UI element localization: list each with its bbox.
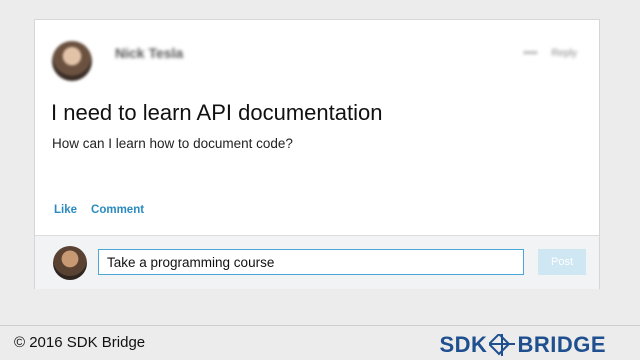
logo-text-left: SDK [439,332,488,357]
comment-link[interactable]: Comment [91,204,144,216]
sdk-bridge-logo: SDK BRIDGE [439,332,606,358]
post-title: I need to learn API documentation [51,100,383,125]
author-name[interactable]: Nick Tesla [115,45,183,61]
reply-bar: Post [35,235,599,289]
footer-divider [0,325,640,326]
post-card: Nick Tesla •••• Reply I need to learn AP… [34,19,600,289]
logo-text-right: BRIDGE [517,332,606,357]
post-meta-time: •••• [523,48,538,59]
reply-avatar [53,246,87,280]
post-actions: Like Comment [54,204,144,216]
reply-input[interactable] [98,249,524,275]
bridge-logo-icon [489,334,516,356]
copyright-text: © 2016 SDK Bridge [14,334,146,351]
post-meta: •••• Reply [523,48,577,59]
post-body: How can I learn how to document code? [52,136,293,151]
like-link[interactable]: Like [54,204,77,216]
avatar[interactable] [52,41,92,81]
post-button[interactable]: Post [538,249,586,275]
post-meta-reply[interactable]: Reply [551,48,577,59]
